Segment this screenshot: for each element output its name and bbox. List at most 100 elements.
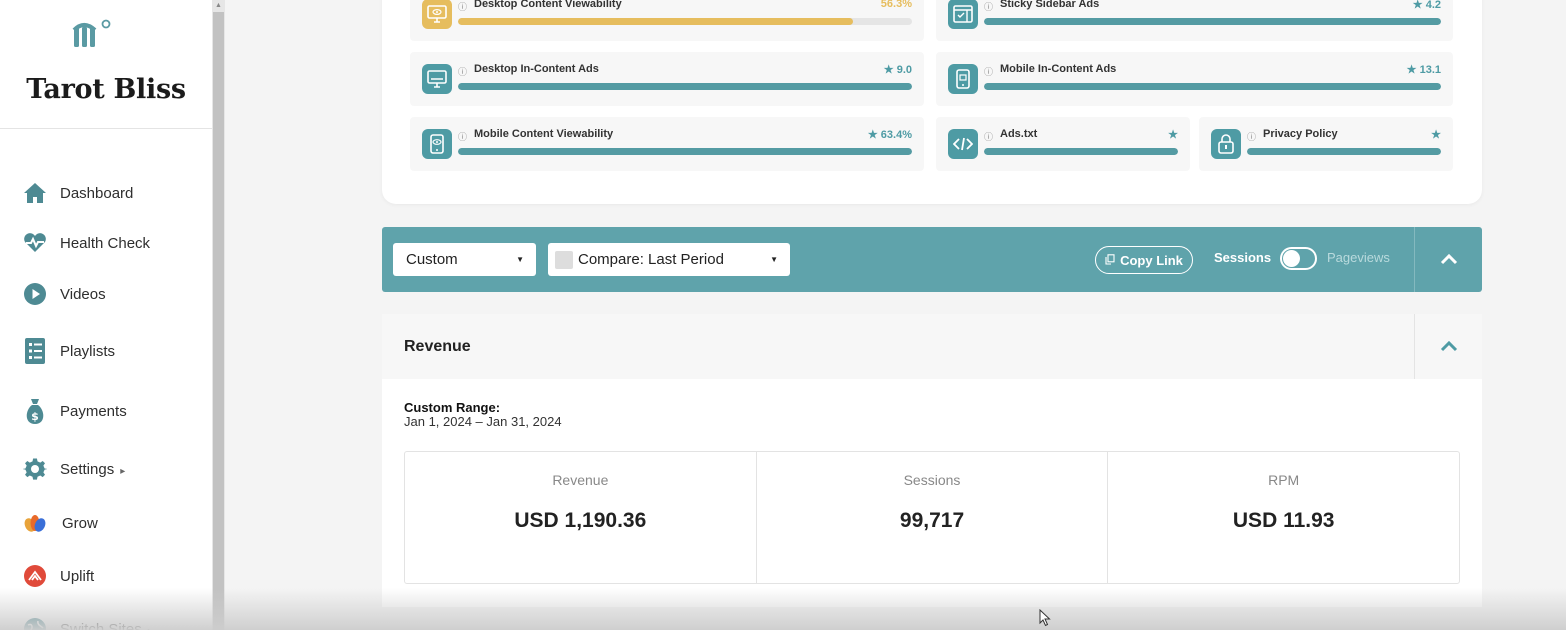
metric-score: ★ [1431, 128, 1441, 141]
metric-desktop-in-content-ads[interactable]: ⓘ Desktop In-Content Ads ★ 9.0 [410, 52, 924, 106]
metric-score: ★ 13.1 [1406, 64, 1441, 76]
sidebar-item-videos[interactable]: Videos [0, 276, 212, 312]
revenue-stats: Revenue USD 1,190.36 Sessions 99,717 RPM… [404, 451, 1460, 584]
metric-sticky-sidebar-ads[interactable]: ⓘ Sticky Sidebar Ads ★ 4.2 [936, 0, 1453, 41]
info-icon[interactable]: ⓘ [458, 130, 467, 143]
info-icon[interactable]: ⓘ [1247, 130, 1256, 143]
list-icon [22, 338, 48, 364]
caret-down-icon: ▼ [516, 255, 524, 264]
metric-mobile-in-content-ads[interactable]: ⓘ Mobile In-Content Ads ★ 13.1 [936, 52, 1453, 106]
custom-range-value: Jan 1, 2024 – Jan 31, 2024 [404, 414, 562, 429]
metric-name: Desktop In-Content Ads [474, 63, 599, 75]
compare-checkbox[interactable] [555, 250, 573, 269]
stat-value: 99,717 [899, 509, 965, 532]
sidebar-item-label: Grow [62, 514, 98, 532]
sidebar-item-label: Payments [60, 402, 127, 420]
stat-label: RPM [1268, 472, 1300, 488]
copy-link-button[interactable]: Copy Link [1095, 246, 1193, 274]
metric-score: ★ 63.4% [867, 129, 912, 141]
metric-bar [984, 148, 1178, 155]
metric-name: Sticky Sidebar Ads [1000, 0, 1100, 10]
metric-score: ★ 9.0 [883, 64, 912, 76]
sidebar-item-health-check[interactable]: Health Check [0, 225, 212, 261]
mobile-icon [948, 64, 978, 94]
metric-score: 56.3% [880, 0, 912, 10]
metric-bar-fill [1247, 148, 1441, 155]
sidebar: Tarot Bliss Dashboard Health Check Video… [0, 0, 212, 630]
metric-score: ★ 4.2 [1412, 0, 1441, 11]
revenue-panel: Revenue Custom Range: Jan 1, 2024 – Jan … [382, 314, 1482, 607]
sidebar-item-switch-sites[interactable]: Switch Sites▸ [0, 611, 212, 630]
collapse-revenue-button[interactable] [1415, 314, 1482, 379]
pageviews-toggle-label: Pageviews [1327, 250, 1390, 265]
metric-bar [458, 83, 912, 90]
sidebar-item-uplift[interactable]: Uplift [0, 558, 212, 594]
sidebar-item-settings[interactable]: Settings ▸ [0, 451, 212, 487]
metric-ads-txt[interactable]: ⓘ Ads.txt ★ [936, 117, 1190, 171]
metric-name: Privacy Policy [1263, 128, 1338, 140]
caret-right-icon: ▸ [120, 465, 126, 477]
info-icon[interactable]: ⓘ [984, 65, 993, 78]
chevron-up-icon [1440, 254, 1457, 265]
star-icon: ★ [1406, 64, 1417, 76]
date-range-select[interactable]: Custom ▼ [393, 243, 536, 276]
metric-bar-fill [458, 148, 912, 155]
metric-score: ★ [1168, 128, 1178, 141]
sidebar-ad-icon [948, 0, 978, 29]
star-icon: ★ [1168, 129, 1178, 141]
sidebar-item-label: Uplift [60, 567, 95, 585]
stat-sessions: Sessions 99,717 [757, 452, 1109, 583]
home-icon [22, 180, 48, 206]
stat-label: Revenue [552, 472, 609, 488]
info-icon[interactable]: ⓘ [458, 0, 467, 13]
copy-link-label: Copy Link [1120, 252, 1183, 268]
custom-range-label: Custom Range: [404, 400, 501, 415]
sidebar-item-grow[interactable]: Grow [0, 505, 212, 541]
metric-privacy-policy[interactable]: ⓘ Privacy Policy ★ [1199, 117, 1453, 171]
star-icon: ★ [867, 129, 878, 141]
info-icon[interactable]: ⓘ [984, 130, 993, 143]
caret-right-icon: ▸ [148, 626, 153, 630]
sidebar-item-label: Dashboard [60, 184, 134, 202]
uplift-icon [22, 563, 48, 589]
metric-name: Ads.txt [1000, 128, 1038, 140]
scrollbar-thumb[interactable] [213, 12, 224, 630]
globe-icon [22, 616, 48, 630]
sidebar-item-label: Switch Sites▸ [60, 621, 153, 630]
date-range-value: Custom [406, 251, 458, 268]
sidebar-item-dashboard[interactable]: Dashboard [0, 175, 212, 211]
sidebar-item-payments[interactable]: $ Payments [0, 393, 212, 429]
collapse-filters-button[interactable] [1415, 227, 1482, 292]
metric-mobile-content-viewability[interactable]: ⓘ Mobile Content Viewability ★ 63.4% [410, 117, 924, 171]
grow-icon [22, 510, 48, 536]
metric-bar-fill [984, 83, 1441, 90]
stat-value: USD 1,190.36 [514, 509, 647, 532]
metric-bar-fill [984, 18, 1441, 25]
info-icon[interactable]: ⓘ [984, 0, 993, 13]
metric-desktop-content-viewability[interactable]: ⓘ Desktop Content Viewability 56.3% [410, 0, 924, 41]
chevron-up-icon [1440, 341, 1457, 352]
stat-value: USD 11.93 [1232, 509, 1335, 532]
star-icon: ★ [883, 64, 894, 76]
sidebar-item-label: Videos [60, 285, 106, 303]
sidebar-item-playlists[interactable]: Playlists [0, 333, 212, 369]
gear-icon [22, 456, 48, 482]
info-icon[interactable]: ⓘ [458, 65, 467, 78]
metric-bar [984, 83, 1441, 90]
brand-logo-icon [72, 19, 111, 47]
copy-icon [1105, 253, 1115, 268]
metric-name: Desktop Content Viewability [474, 0, 622, 10]
sidebar-item-label: Playlists [60, 342, 116, 360]
lock-icon [1211, 129, 1241, 159]
compare-select[interactable]: Compare: Last Period ▼ [548, 243, 790, 276]
metric-name: Mobile Content Viewability [474, 128, 614, 140]
metric-name: Mobile In-Content Ads [1000, 63, 1117, 75]
metric-bar-fill [458, 83, 912, 90]
revenue-title: Revenue [404, 338, 471, 355]
code-icon [948, 129, 978, 159]
sessions-pageviews-toggle[interactable] [1280, 247, 1317, 270]
play-icon [22, 281, 48, 307]
sidebar-item-label: Settings ▸ [60, 460, 126, 478]
scroll-up-arrow-icon[interactable]: ▲ [213, 0, 224, 11]
sidebar-divider [0, 128, 212, 129]
